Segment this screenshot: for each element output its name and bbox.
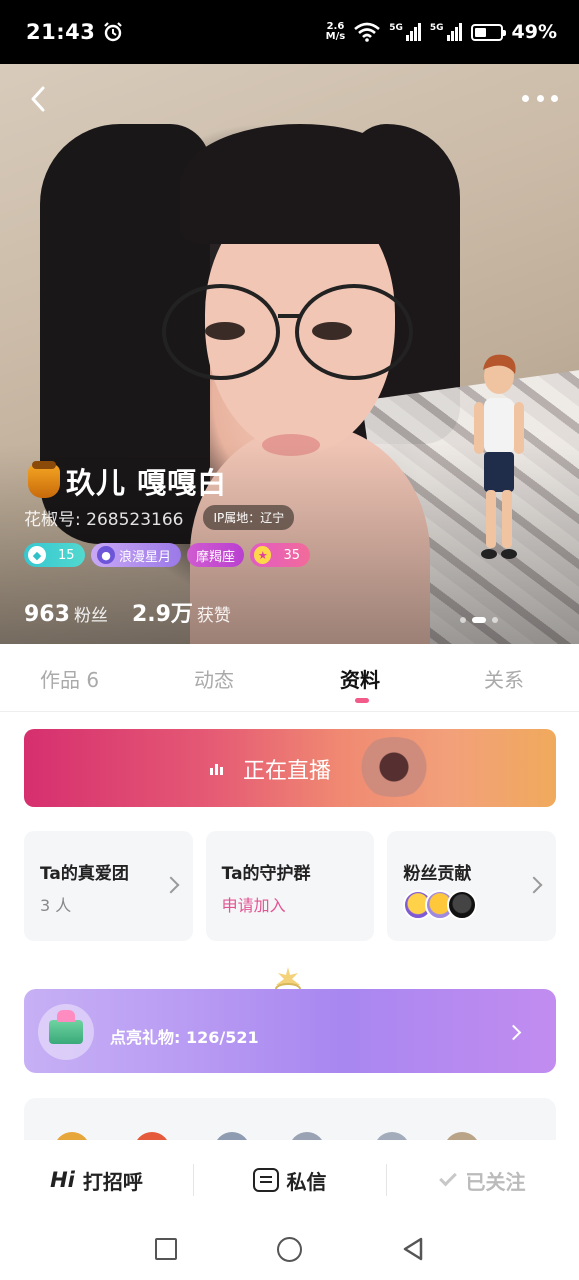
profile-id-row: 花椒号: 268523166 IP属地：辽宁 (24, 505, 295, 530)
live-bars-icon (210, 763, 223, 775)
diamond-icon: ◆ (28, 546, 46, 564)
home-icon[interactable] (277, 1237, 302, 1262)
live-label: 正在直播 (243, 759, 332, 784)
clock: 21:43 (26, 20, 96, 44)
star-icon: ★ (254, 546, 272, 564)
wifi-icon (354, 22, 381, 42)
recent-apps-icon[interactable] (155, 1238, 177, 1260)
fans-count[interactable]: 963 (24, 602, 70, 627)
planet-icon: ● (97, 546, 115, 564)
likes-count: 2.9万 (131, 602, 193, 627)
private-message-label: 私信 (286, 1169, 327, 1194)
status-icons: 2.6 M/s 5G 5G 49% (326, 21, 557, 43)
tab-works[interactable]: 作品 6 (40, 664, 99, 693)
user-id[interactable]: 花椒号: 268523166 (24, 505, 183, 530)
tab-relations[interactable]: 关系 (484, 664, 524, 693)
checkmark-icon (438, 1168, 457, 1186)
say-hi-label: 打招呼 (82, 1169, 143, 1194)
diamond-level-badge[interactable]: ◆ 15 (24, 543, 85, 567)
fans-label[interactable]: 粉丝 (74, 601, 108, 626)
avatar-figure-icon[interactable] (464, 352, 534, 572)
chat-bubble-icon (252, 1168, 279, 1192)
ip-location-badge: IP属地：辽宁 (203, 505, 295, 530)
profile-name: 玖儿 嘎嘎白 (66, 466, 228, 500)
followed-label: 已关注 (465, 1169, 526, 1194)
profile-name-row: 玖儿 嘎嘎白 (28, 460, 227, 502)
love-group-count: 3 人 (40, 896, 72, 915)
avatar (447, 890, 478, 920)
battery-icon (470, 23, 506, 41)
signal-icon-sim1: 5G (389, 23, 421, 41)
honey-jar-icon (28, 461, 60, 498)
battery-percent: 49% (511, 21, 557, 43)
guard-group-card[interactable]: Ta的守护群 申请加入 (205, 831, 375, 941)
star-level-badge[interactable]: ★ 35 (250, 543, 311, 567)
followed-button[interactable]: 已关注 (386, 1140, 579, 1220)
love-group-card[interactable]: Ta的真爱团 3 人 (24, 831, 193, 941)
hi-icon: Hi (50, 1168, 75, 1192)
back-triangle-icon[interactable] (401, 1237, 425, 1261)
badge-row: ◆ 15 ● 浪漫星月 摩羯座 ★ 35 (24, 543, 311, 567)
fan-contribution-card[interactable]: 粉丝贡献 (387, 831, 557, 941)
guard-group-title: Ta的守护群 (221, 864, 311, 884)
active-tab-indicator (355, 698, 369, 703)
say-hi-button[interactable]: Hi 打招呼 (0, 1140, 193, 1220)
system-navigation-bar (0, 1220, 579, 1280)
photo-pager-dots (460, 617, 498, 623)
gift-progress-label: 点亮礼物: 126/521 (110, 1028, 259, 1047)
status-bar: 21:43 2.6 M/s 5G 5G 49% (0, 0, 579, 64)
alarm-icon (104, 22, 123, 42)
profile-tabs: 作品 6 动态 资料 关系 (0, 644, 579, 712)
more-options-icon[interactable] (522, 92, 558, 104)
network-speed: 2.6 M/s (325, 21, 346, 42)
private-message-button[interactable]: 私信 (193, 1140, 386, 1220)
tab-info[interactable]: 资料 (340, 664, 380, 693)
zodiac-badge: 摩羯座 (187, 543, 245, 567)
top-fans-avatars (403, 890, 556, 920)
planet-title-badge[interactable]: ● 浪漫星月 (91, 543, 182, 567)
gift-collection-banner[interactable] (24, 989, 556, 1073)
live-now-banner[interactable]: 正在直播 (24, 729, 556, 807)
back-arrow-icon[interactable] (24, 84, 54, 114)
likes-label: 获赞 (196, 606, 231, 626)
gift-icon (38, 1004, 94, 1060)
tab-moments[interactable]: 动态 (194, 664, 234, 693)
signal-icon-sim2: 5G (430, 23, 462, 41)
join-guard-group-link[interactable]: 申请加入 (222, 892, 375, 916)
profile-stats: 963 粉丝 2.9万 获赞 (24, 596, 231, 628)
bottom-action-bar: Hi 打招呼 私信 已关注 (0, 1140, 579, 1220)
fan-cards: Ta的真爱团 3 人 Ta的守护群 申请加入 粉丝贡献 (24, 831, 557, 941)
